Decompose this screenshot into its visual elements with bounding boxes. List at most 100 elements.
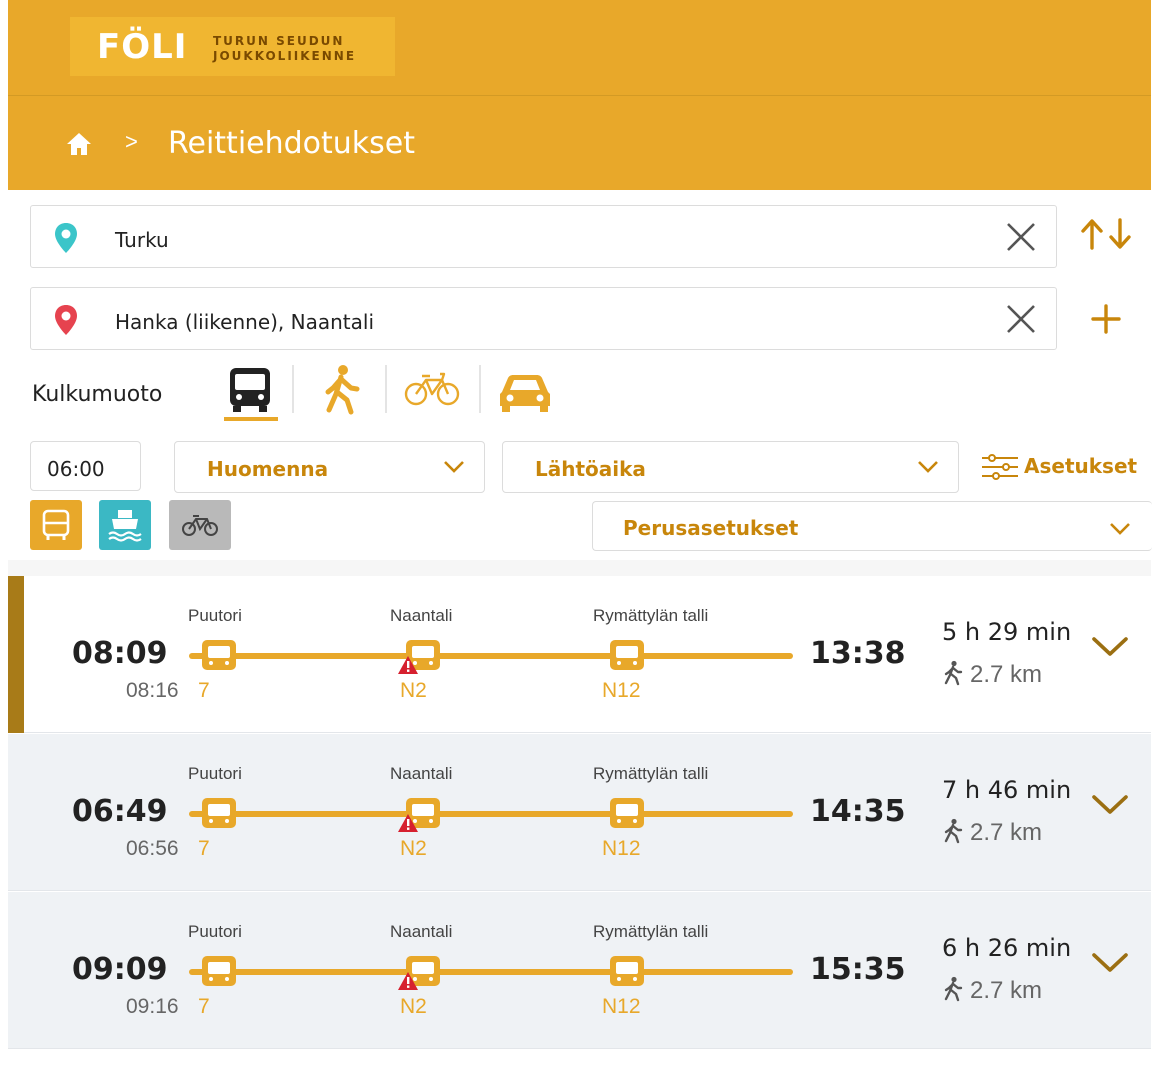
destination-field[interactable]: Hanka (liikenne), Naantali — [30, 287, 1057, 350]
expand-chevron-icon[interactable] — [1090, 950, 1130, 976]
first-stop-time: 06:56 — [126, 837, 179, 860]
filter-ferry[interactable] — [99, 500, 151, 550]
trip-duration: 6 h 26 min — [942, 934, 1072, 962]
filter-citybike[interactable] — [169, 500, 231, 550]
expand-chevron-icon[interactable] — [1090, 634, 1130, 660]
arrival-time: 14:35 — [810, 794, 906, 829]
add-via-point-icon[interactable] — [1076, 298, 1136, 338]
itinerary-card[interactable]: 09:09 09:16 7 Puutori Naantali Rymättylä… — [8, 892, 1151, 1049]
stop-name: Rymättylän talli — [593, 606, 709, 625]
departure-time: 06:49 — [72, 794, 168, 829]
breadcrumb-separator: > — [125, 129, 138, 154]
walk-icon — [944, 818, 963, 844]
origin-input[interactable]: Turku — [115, 228, 169, 252]
time-input[interactable]: 06:00 — [30, 441, 141, 491]
stop-name: Naantali — [390, 922, 453, 941]
bicycle-icon[interactable] — [400, 362, 464, 418]
arrival-time: 13:38 — [810, 636, 906, 671]
arrival-time: 15:35 — [810, 952, 906, 987]
stop-name: Rymättylän talli — [593, 764, 709, 783]
home-icon[interactable] — [66, 132, 92, 156]
time-type-select[interactable]: Lähtöaika — [502, 441, 959, 493]
time-type-value: Lähtöaika — [535, 457, 646, 481]
bus-icon — [202, 798, 236, 828]
bus-icon[interactable] — [220, 362, 280, 418]
selected-indicator — [8, 576, 24, 733]
chevron-down-icon — [1110, 523, 1130, 535]
time-value[interactable]: 06:00 — [47, 457, 105, 481]
bus-icon — [202, 640, 236, 670]
clear-destination-icon[interactable] — [1004, 302, 1038, 336]
line-number: N2 — [400, 679, 427, 702]
clear-origin-icon[interactable] — [1004, 220, 1038, 254]
line-number: N2 — [400, 837, 427, 860]
trip-duration: 5 h 29 min — [942, 618, 1072, 646]
expand-chevron-icon[interactable] — [1090, 792, 1130, 818]
citybike-icon — [182, 515, 218, 536]
swap-locations-icon[interactable] — [1076, 214, 1136, 254]
departure-time: 08:09 — [72, 636, 168, 671]
route-timeline — [189, 798, 793, 832]
first-stop-time: 09:16 — [126, 995, 179, 1018]
walk-distance-value: 2.7 km — [970, 819, 1043, 846]
walk-icon — [944, 976, 963, 1002]
stop-name: Rymättylän talli — [593, 922, 709, 941]
trip-duration: 7 h 46 min — [942, 776, 1072, 804]
preset-select[interactable]: Perusasetukset — [592, 501, 1152, 551]
day-select-value: Huomenna — [207, 457, 329, 481]
chevron-down-icon — [444, 461, 464, 473]
mode-divider — [292, 365, 294, 413]
line-number: N12 — [602, 837, 641, 860]
destination-input[interactable]: Hanka (liikenne), Naantali — [115, 310, 374, 334]
foli-logo[interactable]: FÖLI TURUN SEUDUN JOUKKOLIIKENNE — [70, 17, 395, 76]
app-root: FÖLI TURUN SEUDUN JOUKKOLIIKENNE > Reitt… — [8, 0, 1152, 1084]
itinerary-card[interactable]: 08:09 08:16 7 Puutori Naantali Rymättylä… — [8, 576, 1151, 733]
settings-label: Asetukset — [1024, 454, 1138, 478]
walk-icon — [944, 660, 963, 686]
stop-name: Puutori — [188, 922, 242, 941]
route-timeline — [189, 640, 793, 674]
itinerary-card[interactable]: 06:49 06:56 7 Puutori Naantali Rymättylä… — [8, 734, 1151, 891]
first-stop-time: 08:16 — [126, 679, 179, 702]
day-select[interactable]: Huomenna — [174, 441, 485, 493]
logo-brand: FÖLI — [97, 27, 188, 67]
page-title: Reittiehdotukset — [168, 126, 416, 161]
walk-distance-value: 2.7 km — [970, 977, 1043, 1004]
top-bar: FÖLI TURUN SEUDUN JOUKKOLIIKENNE — [8, 0, 1151, 96]
bus-icon — [610, 640, 644, 670]
stop-name: Puutori — [188, 764, 242, 783]
mode-divider — [385, 365, 387, 413]
walk-distance: 2.7 km — [942, 818, 1042, 847]
bus-icon — [610, 956, 644, 986]
sliders-icon — [982, 454, 1018, 480]
filter-bus[interactable] — [30, 500, 82, 550]
mode-label: Kulkumuoto — [32, 382, 163, 407]
mode-divider — [479, 365, 481, 413]
walk-icon[interactable] — [311, 362, 371, 418]
walk-distance: 2.7 km — [942, 660, 1042, 689]
stop-name: Naantali — [390, 764, 453, 783]
line-number: N12 — [602, 995, 641, 1018]
line-number: N12 — [602, 679, 641, 702]
mode-selected-indicator — [224, 417, 278, 421]
stop-name: Naantali — [390, 606, 453, 625]
car-icon[interactable] — [494, 362, 556, 418]
route-timeline — [189, 956, 793, 990]
ferry-icon — [108, 510, 142, 542]
preset-select-value: Perusasetukset — [623, 516, 799, 540]
destination-pin-icon — [55, 305, 77, 335]
breadcrumb: > Reittiehdotukset — [8, 96, 1151, 190]
bus-icon — [202, 956, 236, 986]
logo-subtitle-line2: JOUKKOLIIKENNE — [213, 49, 357, 63]
bus-icon — [610, 798, 644, 828]
line-number: N2 — [400, 995, 427, 1018]
results-divider — [8, 560, 1151, 576]
stop-name: Puutori — [188, 606, 242, 625]
origin-field[interactable]: Turku — [30, 205, 1057, 268]
logo-subtitle-line1: TURUN SEUDUN — [213, 34, 345, 48]
walk-distance: 2.7 km — [942, 976, 1042, 1005]
chevron-down-icon — [918, 461, 938, 473]
origin-pin-icon — [55, 223, 77, 253]
departure-time: 09:09 — [72, 952, 168, 987]
walk-distance-value: 2.7 km — [970, 661, 1043, 688]
